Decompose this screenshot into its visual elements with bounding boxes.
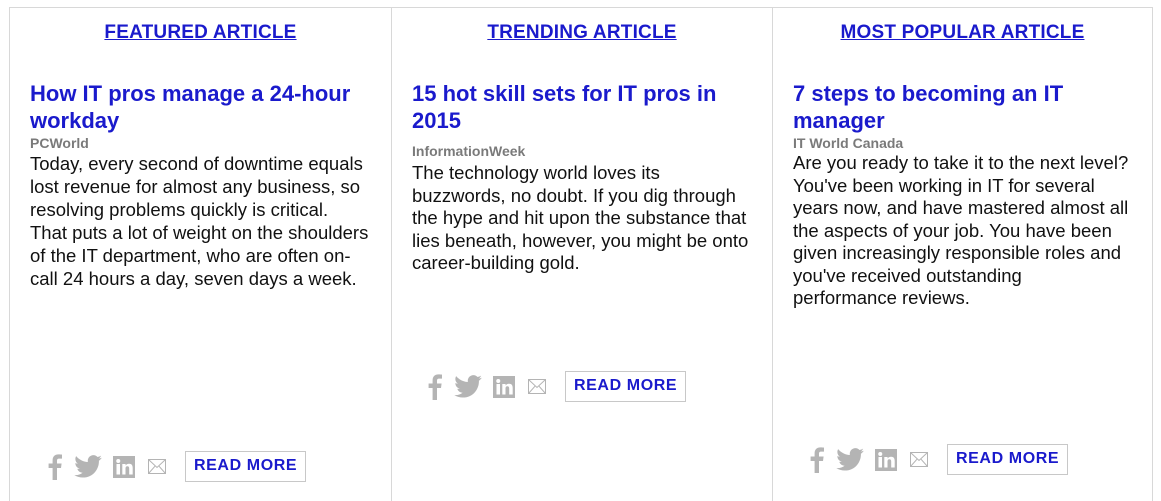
mail-icon[interactable]: [147, 452, 167, 482]
most-popular-article-heading[interactable]: MOST POPULAR ARTICLE: [773, 22, 1152, 44]
article-content: 7 steps to becoming an IT manager IT Wor…: [793, 80, 1130, 310]
article-summary: The technology world loves its buzzwords…: [412, 162, 749, 273]
article-content: 15 hot skill sets for IT pros in 2015 In…: [412, 80, 750, 275]
most-popular-article-column: MOST POPULAR ARTICLE 7 steps to becoming…: [772, 8, 1152, 501]
read-more-button[interactable]: READ MORE: [565, 371, 687, 402]
featured-article-column: FEATURED ARTICLE How IT pros manage a 24…: [10, 8, 391, 501]
article-summary: Today, every second of downtime equals l…: [30, 153, 369, 289]
article-title[interactable]: 15 hot skill sets for IT pros in 2015: [412, 80, 750, 134]
facebook-icon[interactable]: [807, 445, 827, 475]
read-more-button[interactable]: READ MORE: [947, 444, 1069, 475]
twitter-icon[interactable]: [453, 372, 483, 402]
facebook-icon[interactable]: [45, 452, 65, 482]
linkedin-icon[interactable]: [491, 372, 517, 402]
featured-article-heading[interactable]: FEATURED ARTICLE: [10, 22, 391, 44]
mail-icon[interactable]: [527, 372, 547, 402]
article-summary: Are you ready to take it to the next lev…: [793, 152, 1129, 308]
read-more-button[interactable]: READ MORE: [185, 451, 307, 482]
article-title[interactable]: 7 steps to becoming an IT manager: [793, 80, 1130, 134]
twitter-icon[interactable]: [73, 452, 103, 482]
facebook-icon[interactable]: [425, 372, 445, 402]
article-content: How IT pros manage a 24-hour workday PCW…: [30, 80, 369, 290]
twitter-icon[interactable]: [835, 445, 865, 475]
share-bar: READ MORE: [425, 371, 687, 402]
article-source: PCWorld: [30, 135, 89, 151]
article-grid: FEATURED ARTICLE How IT pros manage a 24…: [9, 7, 1153, 501]
share-bar: READ MORE: [807, 444, 1069, 475]
trending-article-heading[interactable]: TRENDING ARTICLE: [392, 22, 772, 44]
mail-icon[interactable]: [909, 445, 929, 475]
article-source: InformationWeek: [412, 143, 526, 159]
share-bar: READ MORE: [45, 451, 307, 482]
linkedin-icon[interactable]: [873, 445, 899, 475]
article-title[interactable]: How IT pros manage a 24-hour workday: [30, 80, 369, 134]
linkedin-icon[interactable]: [111, 452, 137, 482]
trending-article-column: TRENDING ARTICLE 15 hot skill sets for I…: [391, 8, 772, 501]
article-source: IT World Canada: [793, 135, 904, 151]
